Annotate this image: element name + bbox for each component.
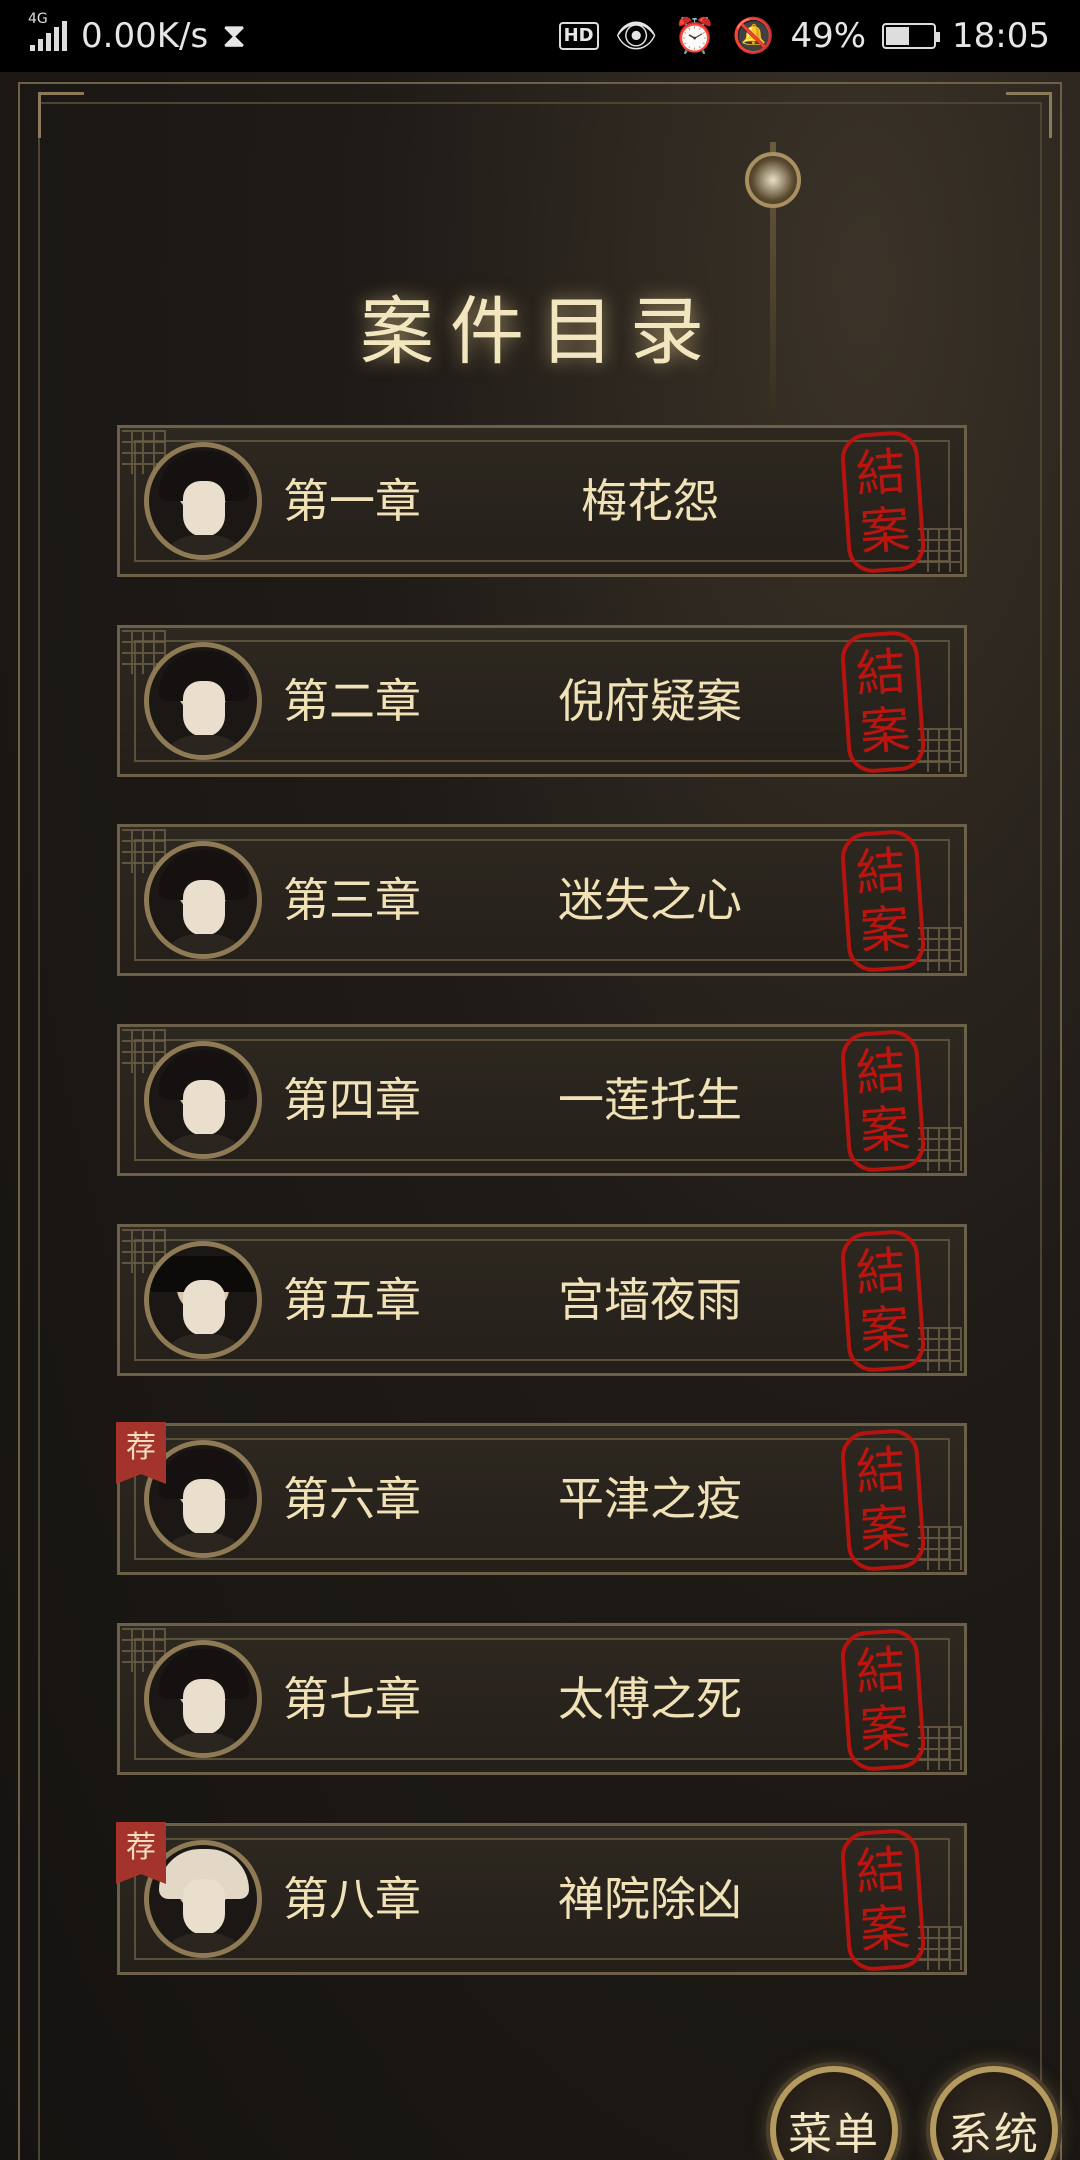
chapter-number: 第七章 — [283, 1672, 421, 1726]
avatar-official-hat-icon — [144, 1241, 262, 1359]
eye-comfort-icon: 👁 — [614, 16, 658, 56]
seal-character: 結 — [854, 442, 908, 504]
battery-percent: 49% — [790, 16, 867, 56]
case-closed-seal-stamp: 結案 — [839, 1427, 927, 1573]
avatar-long-hair-icon — [144, 442, 262, 560]
case-closed-seal-stamp: 結案 — [839, 1627, 927, 1773]
seal-character: 案 — [858, 1498, 912, 1560]
chapter-row[interactable]: 第二章 倪府疑案 結案 — [117, 625, 967, 777]
chapter-title: 太傅之死 — [558, 1672, 742, 1726]
chapter-number: 第四章 — [283, 1073, 421, 1127]
chapter-row[interactable]: 第五章 宫墙夜雨 結案 — [117, 1224, 967, 1376]
chapter-number: 第六章 — [283, 1472, 421, 1526]
chapter-row[interactable]: 第三章 迷失之心 結案 — [117, 824, 967, 976]
seal-character: 結 — [854, 1440, 908, 1502]
jade-ornament-icon — [745, 152, 801, 208]
seal-character: 案 — [858, 899, 912, 961]
case-closed-seal-stamp: 結案 — [839, 1827, 927, 1973]
chapter-number: 第一章 — [283, 474, 421, 528]
chapter-title: 宫墙夜雨 — [558, 1273, 742, 1327]
seal-character: 結 — [854, 1840, 908, 1902]
chapter-row[interactable]: 第四章 一莲托生 結案 — [117, 1024, 967, 1176]
clock: 18:05 — [952, 16, 1050, 56]
network-type-label: 4G — [28, 11, 48, 27]
seal-character: 案 — [858, 1898, 912, 1960]
chapter-row[interactable]: 荐第六章 平津之疫結案 — [116, 1422, 967, 1575]
chapter-title: 一莲托生 — [558, 1073, 742, 1127]
case-directory-screen: 案件目录 第一章 梅花怨結案第二章 倪府疑案結案第三章 迷失之心結案第四章 一莲托生結案… — [0, 72, 1080, 2160]
seal-character: 結 — [854, 1241, 908, 1303]
seal-character: 結 — [854, 1041, 908, 1103]
frame-corner-ornament — [38, 92, 84, 138]
cellular-signal-icon: 4G — [28, 11, 67, 51]
chapter-number: 第三章 — [283, 873, 421, 927]
avatar-young-man-icon — [144, 841, 262, 959]
seal-character: 案 — [858, 500, 912, 562]
hourglass-icon: ⧗ — [222, 16, 247, 56]
chapter-number: 第八章 — [283, 1872, 421, 1926]
chapter-title: 平津之疫 — [558, 1472, 742, 1526]
seal-character: 結 — [854, 1640, 908, 1702]
case-closed-seal-stamp: 結案 — [839, 828, 927, 974]
chapter-number: 第五章 — [283, 1273, 421, 1327]
avatar-elder-beard-icon — [144, 642, 262, 760]
chapter-title: 禅院除凶 — [558, 1872, 742, 1926]
page-title: 案件目录 — [360, 289, 720, 375]
case-closed-seal-stamp: 結案 — [839, 629, 927, 775]
seal-character: 案 — [858, 1299, 912, 1361]
mute-bell-icon: 🔕 — [732, 16, 775, 56]
alarm-icon: ⏰ — [673, 16, 717, 56]
chapter-title: 倪府疑案 — [558, 674, 742, 728]
case-closed-seal-stamp: 結案 — [839, 1028, 927, 1174]
seal-character: 案 — [858, 1099, 912, 1161]
chapter-title: 迷失之心 — [558, 873, 742, 927]
network-speed: 0.00K/s — [81, 16, 209, 56]
seal-character: 結 — [854, 642, 908, 704]
avatar-scholar-icon — [144, 1640, 262, 1758]
case-closed-seal-stamp: 結案 — [839, 1228, 927, 1374]
seal-character: 結 — [854, 841, 908, 903]
status-bar: 4G 0.00K/s ⧗ HD 👁 ⏰ 🔕 49% 18:05 — [0, 0, 1080, 72]
seal-character: 案 — [858, 1698, 912, 1760]
chapter-row[interactable]: 荐第八章 禅院除凶結案 — [116, 1822, 967, 1975]
chapter-title: 梅花怨 — [581, 474, 719, 528]
chapter-row[interactable]: 第一章 梅花怨 結案 — [117, 425, 967, 577]
chapter-row[interactable]: 第七章 太傅之死 結案 — [117, 1623, 967, 1775]
case-closed-seal-stamp: 結案 — [839, 429, 927, 575]
hd-voice-icon: HD — [558, 22, 599, 50]
frame-corner-ornament — [1006, 92, 1052, 138]
chapter-number: 第二章 — [283, 674, 421, 728]
seal-character: 案 — [858, 700, 912, 762]
avatar-woman-icon — [144, 1041, 262, 1159]
battery-icon — [882, 23, 941, 49]
